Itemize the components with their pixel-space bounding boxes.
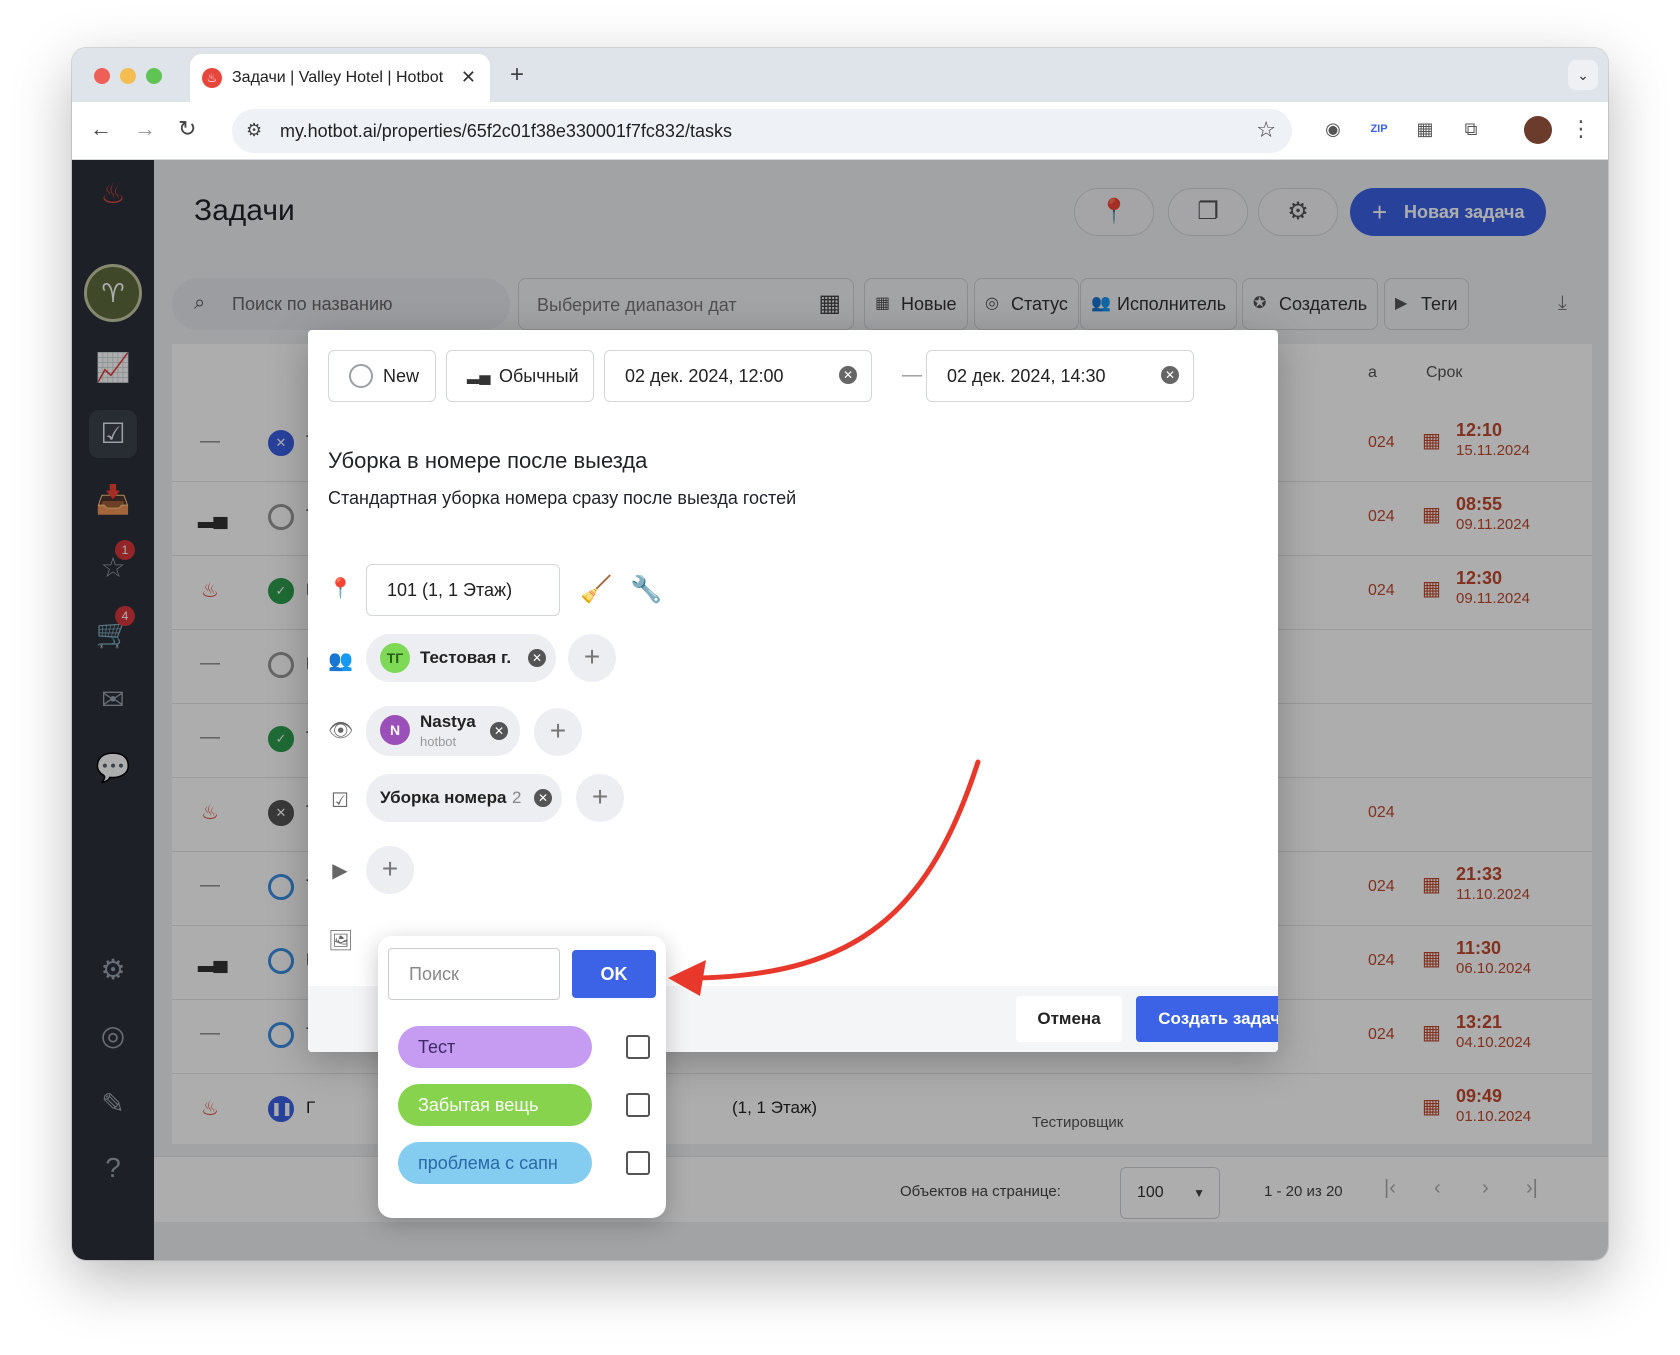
checklist-chip[interactable]: Уборка номера 2 ✕ bbox=[366, 774, 562, 822]
forward-icon[interactable]: → bbox=[134, 116, 156, 142]
assignee-chip[interactable]: ТГ Тестовая г. ✕ bbox=[366, 634, 556, 682]
site-settings-icon[interactable]: ⚙ bbox=[246, 120, 262, 141]
maintenance-wrench-icon[interactable]: 🔧 bbox=[630, 574, 662, 605]
close-window-button[interactable] bbox=[94, 68, 110, 84]
browser-menu-icon[interactable]: ⋮ bbox=[1568, 116, 1594, 142]
assignee-avatar: ТГ bbox=[380, 643, 410, 673]
reload-icon[interactable]: ↻ bbox=[178, 116, 196, 142]
remove-watcher-icon[interactable]: ✕ bbox=[490, 722, 508, 740]
end-datetime-value: 02 дек. 2024, 14:30 bbox=[947, 366, 1106, 386]
tag-checkbox[interactable] bbox=[626, 1035, 650, 1059]
tab-search-icon[interactable]: ⌄ bbox=[1568, 60, 1598, 90]
camera-extension-icon[interactable]: ◉ bbox=[1320, 116, 1346, 142]
tag-search-input[interactable]: Поиск bbox=[388, 948, 560, 1000]
start-datetime-value: 02 дек. 2024, 12:00 bbox=[625, 366, 784, 386]
tag-option[interactable]: Тест bbox=[398, 1026, 592, 1068]
location-icon: 📍 bbox=[328, 578, 353, 600]
status-label: New bbox=[383, 366, 420, 386]
watcher-chip[interactable]: N Nastya hotbot ✕ bbox=[366, 706, 520, 756]
remove-assignee-icon[interactable]: ✕ bbox=[528, 649, 546, 667]
clear-start-icon[interactable]: ✕ bbox=[839, 366, 857, 384]
end-datetime-field[interactable]: 02 дек. 2024, 14:30 ✕ bbox=[926, 350, 1194, 402]
new-tab-icon[interactable]: + bbox=[510, 61, 524, 89]
add-tag-button[interactable]: + bbox=[366, 846, 414, 894]
close-tab-icon[interactable]: ✕ bbox=[461, 67, 476, 88]
watcher-avatar: N bbox=[380, 715, 410, 745]
image-icon: 🖼 bbox=[328, 930, 354, 952]
browser-window: ♨ Задачи | Valley Hotel | Hotbot ✕ + ⌄ ←… bbox=[72, 48, 1608, 1260]
status-circle-icon bbox=[349, 364, 373, 388]
watchers-eye-icon: 👁 bbox=[328, 720, 354, 742]
add-assignee-button[interactable]: + bbox=[568, 634, 616, 682]
start-datetime-field[interactable]: 02 дек. 2024, 12:00 ✕ bbox=[604, 350, 872, 402]
bookmark-star-icon[interactable]: ☆ bbox=[1256, 117, 1276, 143]
watcher-name: Nastya bbox=[420, 712, 476, 731]
minimize-window-button[interactable] bbox=[120, 68, 136, 84]
cleaning-broom-icon[interactable]: 🧹 bbox=[580, 574, 612, 605]
checklist-count: 2 bbox=[512, 788, 522, 807]
remove-checklist-icon[interactable]: ✕ bbox=[534, 789, 552, 807]
browser-tab[interactable]: ♨ Задачи | Valley Hotel | Hotbot ✕ bbox=[190, 54, 490, 102]
app-area: ♨ ♈ 📈 ☑ 📥 ☆ 1 🛒 4 ✉ 💬 ⚙ ◎ ✎ ? Задачи 📍 ❐ ⚙… bbox=[72, 160, 1608, 1260]
tag-checkbox[interactable] bbox=[626, 1093, 650, 1117]
zip-extension-icon[interactable]: ZIP bbox=[1366, 116, 1392, 142]
add-checklist-button[interactable]: + bbox=[576, 774, 624, 822]
task-description[interactable]: Стандартная уборка номера сразу после вы… bbox=[328, 488, 796, 509]
tab-strip: ♨ Задачи | Valley Hotel | Hotbot ✕ + ⌄ bbox=[72, 48, 1608, 102]
tag-ok-button[interactable]: OK bbox=[572, 950, 656, 998]
profile-avatar[interactable] bbox=[1524, 116, 1552, 144]
clear-end-icon[interactable]: ✕ bbox=[1161, 366, 1179, 384]
tag-label-icon: ▶ bbox=[332, 860, 348, 882]
tab-title: Задачи | Valley Hotel | Hotbot bbox=[232, 69, 444, 86]
priority-selector[interactable]: ▂▄ Обычный bbox=[446, 350, 594, 402]
status-selector[interactable]: New bbox=[328, 350, 436, 402]
assignee-name: Тестовая г. bbox=[420, 648, 512, 667]
maximize-window-button[interactable] bbox=[146, 68, 162, 84]
priority-label: Обычный bbox=[499, 366, 579, 386]
qr-extension-icon[interactable]: ▦ bbox=[1412, 116, 1438, 142]
room-field[interactable]: 101 (1, 1 Этаж) bbox=[366, 564, 560, 616]
signal-bars-icon: ▂▄ bbox=[467, 367, 491, 384]
tag-checkbox[interactable] bbox=[626, 1151, 650, 1175]
cancel-button[interactable]: Отмена bbox=[1016, 996, 1122, 1042]
assignees-icon: 👥 bbox=[328, 650, 353, 672]
create-task-button[interactable]: Создать задачу bbox=[1136, 996, 1278, 1042]
add-watcher-button[interactable]: + bbox=[534, 708, 582, 756]
browser-toolbar: ← → ↻ ⚙ my.hotbot.ai/properties/65f2c01f… bbox=[72, 102, 1608, 160]
date-separator: — bbox=[902, 364, 922, 386]
hotbot-favicon-icon: ♨ bbox=[202, 68, 222, 88]
tag-picker-popover: Поиск OK Тест Забытая вещь проблема с сапн bbox=[378, 936, 666, 1218]
watcher-org: hotbot bbox=[420, 734, 457, 749]
back-icon[interactable]: ← bbox=[90, 116, 112, 142]
tag-option[interactable]: проблема с сапн bbox=[398, 1142, 592, 1184]
tag-option[interactable]: Забытая вещь bbox=[398, 1084, 592, 1126]
url-text[interactable]: my.hotbot.ai/properties/65f2c01f38e33000… bbox=[280, 121, 732, 142]
address-bar[interactable]: ⚙ my.hotbot.ai/properties/65f2c01f38e330… bbox=[232, 109, 1292, 153]
extensions-puzzle-icon[interactable]: ⧉ bbox=[1458, 116, 1484, 142]
checklist-name: Уборка номера bbox=[380, 788, 507, 807]
task-title[interactable]: Уборка в номере после выезда bbox=[328, 448, 647, 474]
checklist-icon: ☑ bbox=[331, 790, 349, 812]
